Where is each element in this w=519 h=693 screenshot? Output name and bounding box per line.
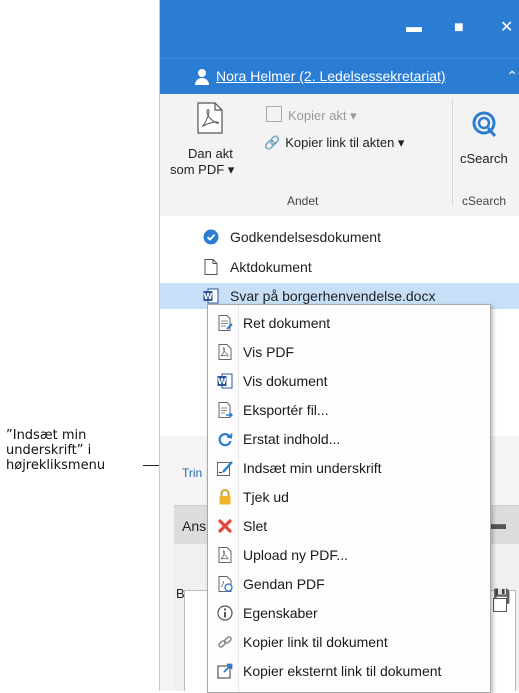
restore-pdf-icon [218, 576, 233, 592]
chevron-up-icon[interactable]: ⌃ [506, 68, 518, 85]
refresh-icon [218, 433, 233, 447]
info-icon [217, 605, 233, 621]
menu-item-label: Erstat indhold... [243, 431, 341, 447]
document-label: Aktdokument [230, 259, 312, 275]
menu-item-indsaet-min-underskrift[interactable]: Indsæt min underskrift [208, 454, 490, 483]
menu-item-kopier-eksternt-link[interactable]: Kopier eksternt link til dokument [208, 657, 490, 686]
annotation-line-1: ”Indsæt min [6, 428, 87, 443]
document-label: Svar på borgerhenvendelse.docx [230, 288, 436, 304]
pdf-icon [218, 547, 232, 563]
annotation-line-2: underskrift” i [6, 443, 92, 458]
link-icon: 🔗 [264, 135, 281, 150]
external-link-icon [217, 663, 233, 679]
user-icon [195, 69, 209, 85]
menu-item-gendan-pdf[interactable]: Gendan PDF [208, 570, 490, 599]
menu-item-egenskaber[interactable]: Egenskaber [208, 599, 490, 628]
context-menu: Ret dokument Vis PDF W Vis dokument Eksp… [207, 304, 491, 693]
link-icon [218, 636, 232, 648]
word-icon: W [217, 373, 233, 389]
menu-item-kopier-link-til-dokument[interactable]: Kopier link til dokument [208, 628, 490, 657]
expand-icon[interactable] [493, 598, 507, 612]
menu-item-eksporter-fil[interactable]: Eksportér fil... [208, 396, 490, 425]
annotation-callout: ”Indsæt min underskrift” i højrekliksmen… [6, 428, 141, 473]
group-label-andet: Andet [287, 194, 319, 208]
trin-link[interactable]: Trin [182, 466, 202, 480]
svg-text:W: W [218, 377, 227, 386]
menu-item-label: Vis PDF [243, 344, 295, 360]
lower-panel-title: Ans [182, 518, 207, 534]
menu-item-vis-pdf[interactable]: Vis PDF [208, 338, 490, 367]
menu-item-label: Eksportér fil... [243, 402, 329, 418]
menu-item-label: Ret dokument [243, 315, 331, 331]
minimize-icon[interactable]: ▬ [406, 20, 422, 36]
check-circle-icon [203, 229, 219, 245]
menu-item-label: Egenskaber [243, 605, 318, 621]
menu-item-ret-dokument[interactable]: Ret dokument [208, 309, 490, 338]
document-icon [204, 259, 218, 275]
kopier-link-label: Kopier link til akten ▾ [285, 135, 405, 150]
delete-icon [218, 519, 232, 533]
user-name-link[interactable]: Nora Helmer (2. Ledelsessekretariat) [216, 68, 446, 84]
title-bar: ▬ ■ ✕ [160, 0, 519, 58]
menu-item-label: Kopier eksternt link til dokument [243, 663, 442, 679]
document-label: Godkendelsesdokument [230, 229, 381, 245]
menu-item-slet[interactable]: Slet [208, 512, 490, 541]
kopier-akt-label: Kopier akt ▾ [288, 108, 357, 123]
edit-document-icon [218, 315, 233, 331]
csearch-label: cSearch [460, 151, 508, 166]
menu-item-upload-ny-pdf[interactable]: Upload ny PDF... [208, 541, 490, 570]
signature-icon [217, 461, 233, 476]
kopier-akt-button[interactable]: Kopier akt ▾ [266, 106, 357, 124]
dan-akt-label: Dan akt [188, 146, 233, 161]
list-item[interactable]: Aktdokument [160, 254, 519, 280]
menu-item-erstat-indhold[interactable]: Erstat indhold... [208, 425, 490, 454]
group-label-csearch: cSearch [462, 194, 507, 208]
menu-item-label: Gendan PDF [243, 576, 325, 592]
menu-item-tjek-ud[interactable]: Tjek ud [208, 483, 490, 512]
kopier-link-button[interactable]: 🔗 Kopier link til akten ▾ [264, 135, 404, 151]
svg-text:W: W [204, 292, 213, 301]
export-icon [218, 402, 233, 418]
pdf-icon [218, 344, 232, 360]
annotation-line-3: højrekliksmenu [6, 458, 106, 473]
copy-icon [266, 106, 282, 122]
menu-item-label: Indsæt min underskrift [243, 460, 382, 476]
ribbon-separator [452, 100, 453, 206]
collapse-icon[interactable]: ▬ [490, 516, 506, 534]
menu-item-label: Vis dokument [243, 373, 328, 389]
menu-item-label: Tjek ud [243, 489, 289, 505]
user-bar: Nora Helmer (2. Ledelsessekretariat) ⌃ [160, 58, 519, 95]
pdf-icon [197, 102, 223, 134]
lock-icon [219, 489, 231, 505]
menu-item-label: Kopier link til dokument [243, 634, 388, 650]
menu-item-label: Upload ny PDF... [243, 547, 349, 563]
csearch-icon [472, 111, 497, 137]
som-pdf-label: som PDF ▾ [170, 162, 235, 177]
ribbon: Dan akt som PDF ▾ Kopier akt ▾ 🔗 Kopier l… [160, 94, 519, 217]
word-icon: W [203, 288, 219, 304]
maximize-icon[interactable]: ■ [454, 20, 464, 36]
menu-item-label: Slet [243, 518, 268, 534]
close-icon[interactable]: ✕ [500, 20, 513, 36]
list-item[interactable]: Godkendelsesdokument [160, 224, 519, 250]
menu-item-vis-dokument[interactable]: W Vis dokument [208, 367, 490, 396]
